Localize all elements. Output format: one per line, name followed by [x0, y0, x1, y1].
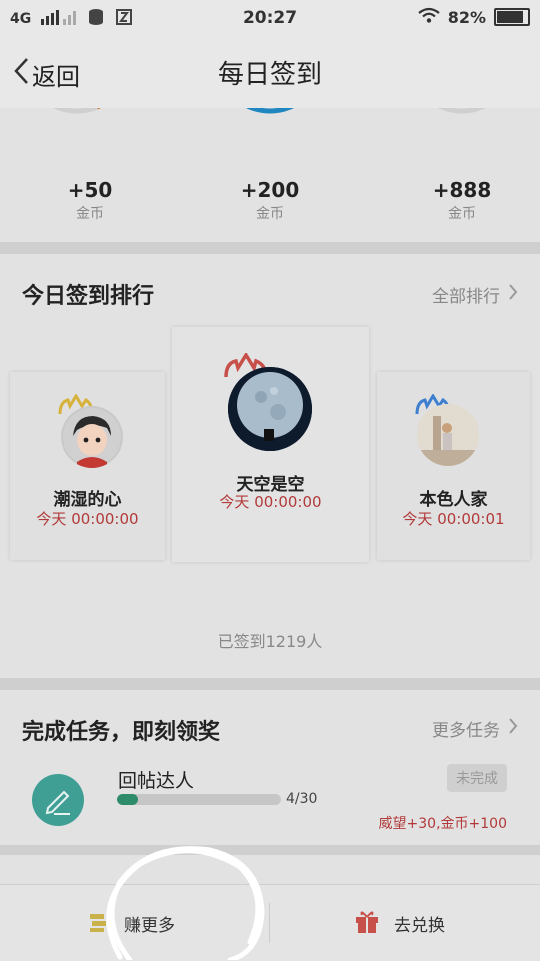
gift-icon [354, 909, 380, 938]
task-progress-text: 4/30 [286, 791, 318, 807]
wifi-icon [418, 7, 440, 27]
exchange-label: 去兑换 [394, 915, 445, 936]
battery-icon [494, 8, 530, 26]
section-divider [0, 845, 540, 855]
battery-percent: 82% [447, 7, 486, 27]
avatar [417, 404, 479, 466]
reward-value: +200 [240, 178, 300, 202]
section-divider [0, 678, 540, 690]
tasks-title: 完成任务，即刻领奖 [22, 720, 221, 745]
more-tasks-label: 更多任务 [432, 721, 500, 741]
ranking-title: 今日签到排行 [22, 284, 155, 309]
bottom-bar: 赚更多 去兑换 [0, 884, 540, 961]
task-progress-bar [117, 794, 281, 805]
nav-bar: 返回 每日签到 [0, 36, 540, 108]
avatar [228, 367, 312, 451]
more-tasks-link[interactable]: 更多任务 [432, 716, 518, 741]
earn-more-label: 赚更多 [124, 915, 175, 936]
rank-card-first[interactable]: 天空是空 今天 00:00:00 [172, 327, 369, 562]
rank-time: 今天 00:00:01 [402, 510, 505, 528]
all-ranking-link[interactable]: 全部排行 [432, 282, 518, 307]
reward-ring [437, 108, 487, 114]
reward-value: +888 [432, 178, 492, 202]
rank-time: 今天 00:00:00 [36, 510, 139, 528]
reward-unit: 金币 [448, 206, 476, 222]
task-icon [32, 774, 84, 826]
chevron-right-icon [508, 717, 518, 740]
pencil-icon [45, 790, 70, 815]
all-ranking-label: 全部排行 [432, 287, 500, 307]
exchange-button[interactable]: 去兑换 [354, 885, 445, 961]
task-status-badge[interactable]: 未完成 [447, 764, 507, 792]
reward-row: +50 金币 +200 金币 +888 金币 [0, 108, 540, 242]
rank-time: 今天 00:00:00 [219, 493, 322, 511]
rank-name: 本色人家 [419, 490, 488, 510]
reward-ring [52, 108, 102, 114]
avatar [61, 406, 123, 468]
reward-ring [245, 108, 295, 114]
page-title: 每日签到 [217, 60, 322, 90]
rank-card[interactable]: 本色人家 今天 00:00:01 [377, 372, 530, 560]
reward-value: +50 [67, 178, 113, 202]
next-panel-peek [0, 855, 540, 885]
reward-unit: 金币 [76, 206, 104, 222]
status-right: 82% [418, 7, 530, 27]
task-reward: 威望+30,金币+100 [378, 816, 507, 832]
task-name: 回帖达人 [118, 770, 195, 792]
status-bar: 4G 20:27 82% [0, 0, 540, 36]
signed-count: 已签到1219人 [217, 632, 323, 651]
earn-more-button[interactable]: 赚更多 [88, 885, 175, 961]
coins-icon [88, 910, 110, 937]
reward-unit: 金币 [256, 206, 284, 222]
battery-level [497, 11, 524, 23]
chevron-right-icon [508, 283, 518, 306]
task-progress-fill [117, 794, 139, 805]
section-divider [0, 242, 540, 254]
rank-card[interactable]: 潮湿的心 今天 00:00:00 [10, 372, 165, 560]
rank-name: 潮湿的心 [53, 490, 122, 510]
bottom-divider [269, 903, 270, 943]
